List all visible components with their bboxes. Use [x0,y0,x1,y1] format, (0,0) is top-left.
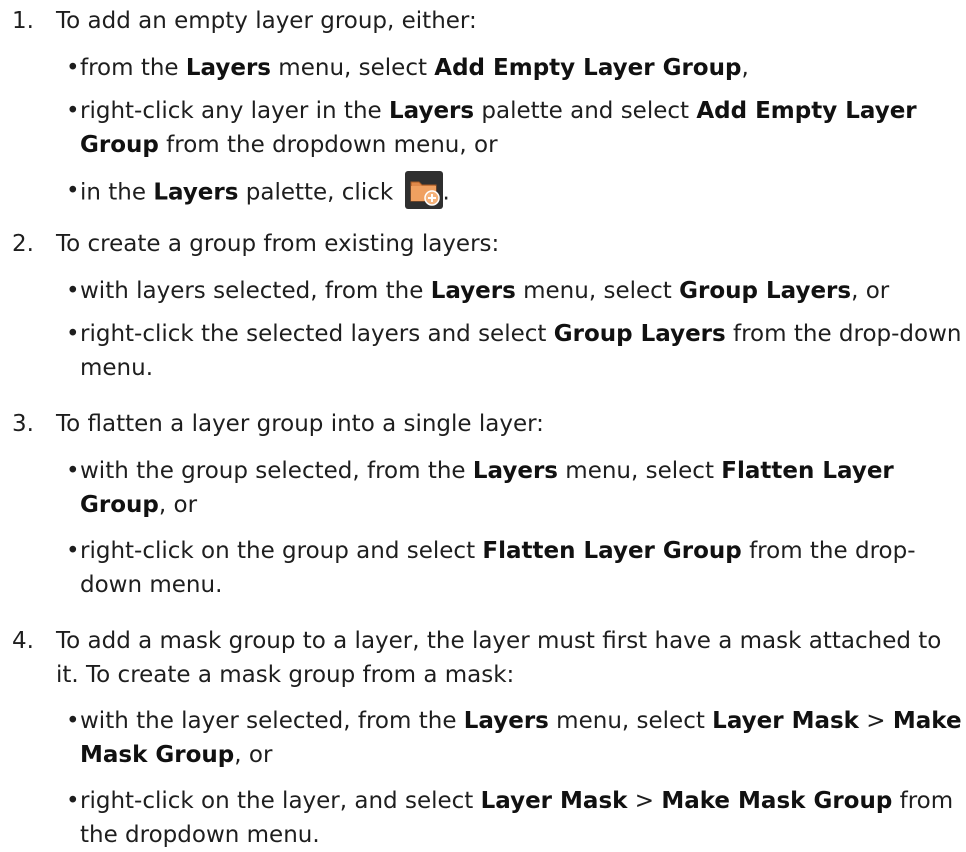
command-name: Make Mask Group [661,788,893,814]
menu-name: Layers [472,458,558,484]
list-text: in the [80,179,154,206]
list-text: menu, select [557,458,722,484]
list-text: palette, click [238,179,401,206]
list-text: > [858,708,893,734]
menu-name: Layers [463,708,549,734]
step-1: 1. To add an empty layer group, either: [12,4,956,38]
list-text: , or [234,742,273,768]
list-text: right-click the selected layers and sele… [80,321,554,347]
list-item: • in the Layers palette, click . [66,171,966,212]
bullet-dot: • [66,278,80,304]
list-item: • with the layer selected, from the Laye… [66,704,966,772]
command-name: Add Empty Layer Group [434,55,742,81]
list-item: • right-click any layer in the Layers pa… [66,94,966,162]
list-item: • with the group selected, from the Laye… [66,454,966,522]
document: 1. To add an empty layer group, either: … [0,0,966,848]
menu-name: Layers [185,55,271,81]
list-text: from the dropdown menu, or [158,132,498,158]
bullet-dot: • [66,708,80,734]
palette-name: Layers [388,98,475,124]
bullet-dot: • [66,458,80,484]
bullet-dot: • [66,538,80,564]
step-number: 3. [12,411,34,437]
list-text: from the [80,55,186,81]
step-lead: To add a mask group to a layer, the laye… [56,628,942,688]
folder-add-icon [404,171,443,209]
list-text: with the group selected, from the [80,458,473,484]
list-text: with layers selected, from the [80,278,431,304]
command-name: Group Layers [679,278,852,304]
step-2: 2. To create a group from existing layer… [12,227,956,261]
bullet-dot: • [66,98,80,124]
list-text: , [741,55,749,81]
list-text: > [627,788,662,814]
bullet-dot: • [66,788,80,814]
list-text: palette and select [474,98,697,124]
list-item: • right-click on the layer, and select L… [66,784,966,852]
step-lead: To create a group from existing layers: [56,231,500,257]
list-text: right-click any layer in the [80,98,389,124]
list-text: menu, select [271,55,435,81]
list-text: right-click on the group and select [80,538,483,564]
step-lead: To flatten a layer group into a single l… [56,411,544,437]
list-item: • from the Layers menu, select Add Empty… [66,51,966,85]
list-text: menu, select [515,278,680,304]
list-text: with the layer selected, from the [80,708,464,734]
bullet-dot: • [66,178,80,204]
step-3: 3. To flatten a layer group into a singl… [12,407,956,441]
list-text: , or [158,492,198,518]
menu-name: Layers [430,278,516,304]
step-4: 4. To add a mask group to a layer, the l… [12,624,956,692]
step-number: 4. [12,628,34,654]
list-text: menu, select [548,708,713,734]
list-item: • with layers selected, from the Layers … [66,274,966,308]
step-lead: To add an empty layer group, either: [56,8,477,34]
list-item: • right-click the selected layers and se… [66,317,966,385]
command-name: Layer Mask [480,788,628,814]
command-name: Flatten Layer Group [482,538,742,564]
palette-name: Layers [153,179,239,206]
step-number: 1. [12,8,34,34]
command-name: Layer Mask [712,708,859,734]
bullet-dot: • [66,55,80,81]
command-name: Group Layers [553,321,726,347]
step-number: 2. [12,231,34,257]
list-text: right-click on the layer, and select [80,788,481,814]
list-text: , or [851,278,890,304]
bullet-dot: • [66,321,80,347]
list-item: • right-click on the group and select Fl… [66,534,966,602]
list-text: . [442,179,450,206]
